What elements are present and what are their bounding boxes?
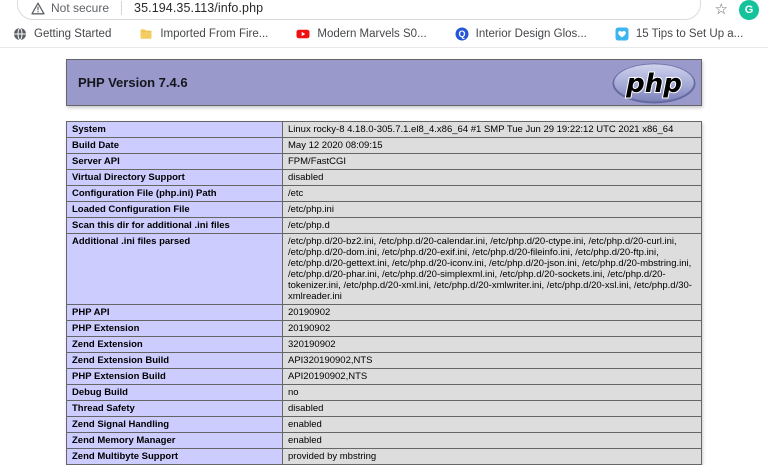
table-row: Configuration File (php.ini) Path /etc	[66, 185, 702, 202]
row-label: Configuration File (php.ini) Path	[66, 185, 283, 202]
bookmark-getting-started[interactable]: Getting Started	[13, 27, 111, 41]
address-bar-content: Not secure 35.194.35.113/info.php	[31, 0, 263, 16]
row-label: PHP API	[66, 304, 283, 321]
youtube-icon	[296, 29, 310, 39]
bookmarks-bar: Getting Started Imported From Fire... Mo…	[0, 21, 768, 48]
table-row: PHP API 20190902	[66, 304, 702, 321]
row-label: Scan this dir for additional .ini files	[66, 217, 283, 234]
row-label: Zend Extension	[66, 336, 283, 353]
bookmark-label: 15 Tips to Set Up a...	[635, 28, 744, 40]
row-label: Loaded Configuration File	[66, 201, 283, 218]
heart-square-icon	[615, 27, 629, 41]
row-label: Server API	[66, 153, 283, 170]
bookmark-star-icon[interactable]: ☆	[715, 0, 728, 20]
row-value: /etc/php.d	[282, 217, 702, 234]
row-value: FPM/FastCGI	[282, 153, 702, 170]
extension-badge-letter: G	[744, 4, 754, 16]
not-secure-label[interactable]: Not secure	[51, 1, 109, 15]
row-label: Zend Extension Build	[66, 352, 283, 369]
row-value: /etc/php.d/20-bz2.ini, /etc/php.d/20-cal…	[282, 233, 702, 305]
php-logo[interactable]: php	[612, 63, 696, 104]
table-row: System Linux rocky-8 4.18.0-305.7.1.el8_…	[66, 121, 702, 138]
svg-text:Q: Q	[458, 29, 465, 39]
row-value: API320190902,NTS	[282, 352, 702, 369]
bookmark-label: Interior Design Glos...	[475, 28, 587, 40]
row-value: /etc	[282, 185, 702, 202]
table-row: Zend Extension 320190902	[66, 336, 702, 353]
row-value: May 12 2020 08:09:15	[282, 137, 702, 154]
bookmark-imported-from-firefox[interactable]: Imported From Fire...	[139, 27, 268, 41]
q-circle-icon: Q	[455, 27, 469, 41]
bookmark-modern-marvels[interactable]: Modern Marvels S0...	[296, 27, 427, 41]
php-logo-text: php	[625, 69, 682, 99]
url-text[interactable]: 35.194.35.113/info.php	[134, 1, 263, 15]
url-separator	[121, 1, 123, 15]
not-secure-warning-icon[interactable]	[31, 2, 45, 15]
table-row: PHP Extension Build API20190902,NTS	[66, 368, 702, 385]
table-row: Thread Safety disabled	[66, 400, 702, 417]
table-row: Loaded Configuration File /etc/php.ini	[66, 201, 702, 218]
row-label: System	[66, 121, 283, 138]
row-value: 20190902	[282, 304, 702, 321]
folder-icon	[140, 29, 152, 39]
row-value: /etc/php.ini	[282, 201, 702, 218]
table-row: Server API FPM/FastCGI	[66, 153, 702, 170]
row-value: disabled	[282, 169, 702, 186]
row-value: provided by mbstring	[282, 448, 702, 465]
row-value: 20190902	[282, 320, 702, 337]
row-label: Build Date	[66, 137, 283, 154]
row-label: Zend Multibyte Support	[66, 448, 283, 465]
table-row: Zend Multibyte Support provided by mbstr…	[66, 448, 702, 465]
row-label: Additional .ini files parsed	[66, 233, 283, 305]
row-value: enabled	[282, 416, 702, 433]
page-title: PHP Version 7.4.6	[78, 75, 188, 90]
table-row: Build Date May 12 2020 08:09:15	[66, 137, 702, 154]
table-row: Zend Signal Handling enabled	[66, 416, 702, 433]
table-row: Scan this dir for additional .ini files …	[66, 217, 702, 234]
bookmark-label: Imported From Fire...	[160, 28, 269, 40]
bookmark-label: Modern Marvels S0...	[317, 28, 427, 40]
row-value: no	[282, 384, 702, 401]
row-label: Zend Signal Handling	[66, 416, 283, 433]
phpinfo-page: PHP Version 7.4.6 php System Linux rocky…	[0, 48, 768, 465]
row-label: Thread Safety	[66, 400, 283, 417]
row-value: 320190902	[282, 336, 702, 353]
table-row: PHP Extension 20190902	[66, 320, 702, 337]
phpinfo-table: System Linux rocky-8 4.18.0-305.7.1.el8_…	[66, 121, 702, 465]
phpinfo-table-body: System Linux rocky-8 4.18.0-305.7.1.el8_…	[66, 121, 702, 465]
table-row: Debug Build no	[66, 384, 702, 401]
row-label: PHP Extension Build	[66, 368, 283, 385]
globe-icon	[14, 27, 26, 41]
row-value: disabled	[282, 400, 702, 417]
bookmark-label: Getting Started	[34, 28, 112, 40]
row-value: API20190902,NTS	[282, 368, 702, 385]
bookmark-interior-design[interactable]: Q Interior Design Glos...	[455, 27, 587, 41]
grammarly-extension-icon[interactable]: G	[739, 0, 759, 20]
table-row: Additional .ini files parsed /etc/php.d/…	[66, 233, 702, 305]
row-label: PHP Extension	[66, 320, 283, 337]
table-row: Zend Extension Build API320190902,NTS	[66, 352, 702, 369]
row-label: Virtual Directory Support	[66, 169, 283, 186]
address-bar[interactable]: Not secure 35.194.35.113/info.php	[17, 0, 701, 20]
browser-chrome: Not secure 35.194.35.113/info.php ☆ G Ge…	[0, 0, 768, 48]
browser-toolbar: Not secure 35.194.35.113/info.php ☆ G	[0, 0, 768, 21]
row-value: Linux rocky-8 4.18.0-305.7.1.el8_4.x86_6…	[282, 121, 702, 138]
row-label: Debug Build	[66, 384, 283, 401]
phpinfo-header: PHP Version 7.4.6 php	[66, 59, 702, 106]
table-row: Virtual Directory Support disabled	[66, 169, 702, 186]
bookmark-15-tips[interactable]: 15 Tips to Set Up a...	[615, 27, 743, 41]
